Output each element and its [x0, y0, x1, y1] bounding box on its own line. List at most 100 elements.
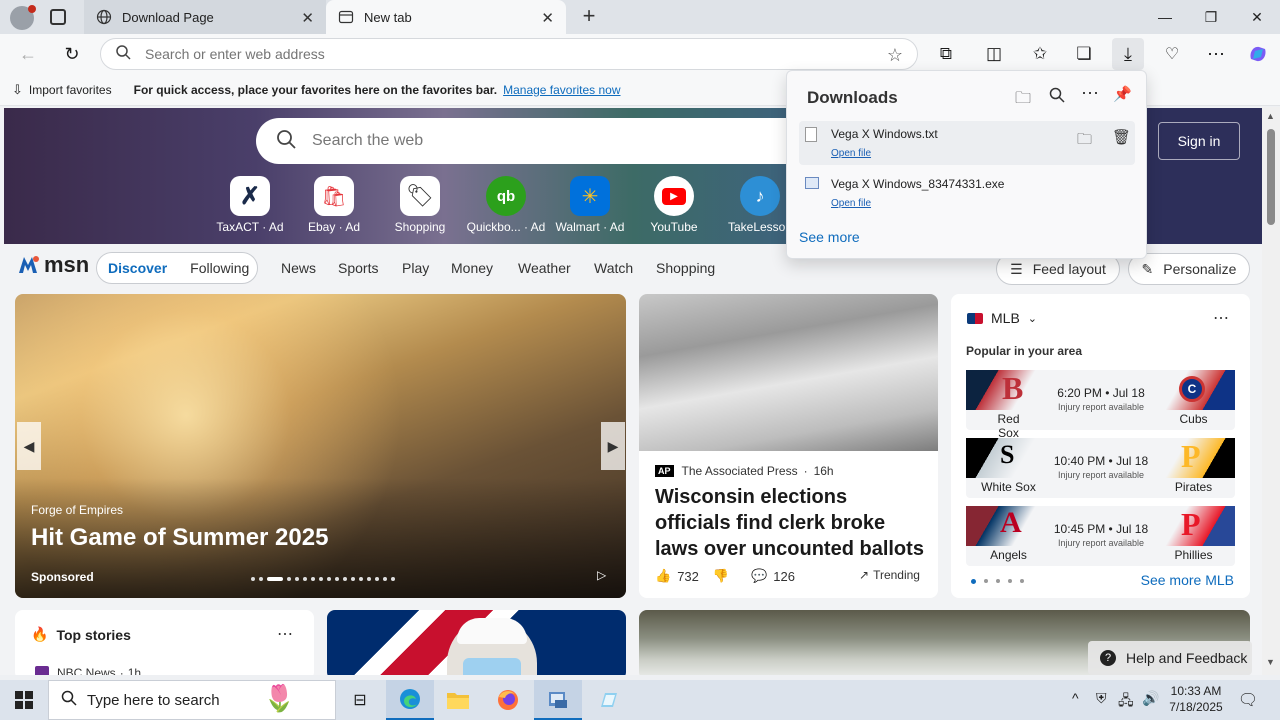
collections-icon[interactable]: ❏: [1068, 38, 1100, 70]
windows-start-icon[interactable]: [0, 680, 48, 720]
thumbs-down-icon[interactable]: 👎: [713, 568, 729, 584]
scroll-thumb[interactable]: [1267, 129, 1275, 225]
split-screen-icon[interactable]: ◫: [978, 38, 1010, 70]
tab-discover[interactable]: Discover: [108, 260, 167, 276]
carousel-card[interactable]: ◀ ▶ Forge of Empires Hit Game of Summer …: [15, 294, 626, 598]
refresh-icon[interactable]: ↻: [56, 38, 88, 70]
quicklink-shopping[interactable]: 🏷 Shopping: [380, 176, 460, 234]
scroll-up-icon[interactable]: ▲: [1266, 111, 1275, 121]
new-tab-button[interactable]: +: [576, 4, 602, 30]
open-folder-icon[interactable]: 🗀: [1015, 87, 1031, 114]
mlb-header[interactable]: MLB ⌄: [967, 310, 1037, 326]
tab-actions-icon[interactable]: [50, 9, 66, 25]
back-arrow-icon[interactable]: ←: [12, 38, 44, 70]
ad-tag: Ad: [609, 220, 625, 234]
more-options-icon[interactable]: ⋯: [1081, 83, 1099, 104]
carousel-headline[interactable]: Hit Game of Summer 2025: [31, 524, 328, 552]
page-scrollbar[interactable]: ▲ ▼: [1262, 107, 1280, 675]
trending-label: Trending: [873, 568, 920, 582]
address-input[interactable]: [145, 46, 845, 62]
more-options-icon[interactable]: ⋯: [277, 624, 293, 644]
tab-title: New tab: [364, 9, 412, 25]
game-row[interactable]: S P White Sox Pirates 10:40 PM • Jul 18 …: [966, 438, 1235, 498]
downloads-icon[interactable]: ⤓: [1112, 38, 1144, 70]
nav-shopping[interactable]: Shopping: [656, 260, 715, 276]
import-favorites-button[interactable]: ⇩ Import favorites: [12, 82, 112, 98]
sliders-icon: ☰: [1010, 260, 1023, 277]
close-window-button[interactable]: ✕: [1234, 0, 1280, 34]
sign-in-button[interactable]: Sign in: [1158, 122, 1240, 160]
web-search-box[interactable]: Search the web: [256, 118, 816, 164]
home-team: Red Sox: [997, 412, 1020, 440]
news-card[interactable]: AP The Associated Press · 16h Wisconsin …: [639, 294, 938, 598]
quicklink-quickbooks[interactable]: qb Quickbo... · Ad: [466, 176, 546, 234]
carousel-next-icon[interactable]: ▶: [601, 422, 625, 470]
close-tab-icon[interactable]: ✕: [301, 9, 314, 27]
search-downloads-icon[interactable]: [1049, 87, 1065, 108]
game-row[interactable]: B C Red Sox Cubs 6:20 PM • Jul 18 Injury…: [966, 370, 1235, 440]
minimize-button[interactable]: —: [1142, 0, 1188, 34]
firefox-icon[interactable]: [484, 680, 532, 720]
favorite-star-icon[interactable]: ☆: [887, 45, 903, 66]
see-more-link[interactable]: See more: [799, 229, 860, 245]
pin-icon[interactable]: 📌: [1113, 85, 1132, 103]
personalize-button[interactable]: ✎ Personalize: [1128, 253, 1250, 285]
volume-icon[interactable]: 🔊: [1142, 690, 1159, 707]
tab-download-page[interactable]: Download Page ✕: [84, 0, 326, 34]
see-more-mlb-link[interactable]: See more MLB: [1141, 572, 1234, 588]
scroll-down-icon[interactable]: ▼: [1266, 657, 1275, 667]
story-image-card[interactable]: [327, 610, 626, 675]
carousel-dots: [251, 577, 395, 581]
quicklink-walmart[interactable]: ✳ Walmart · Ad: [550, 176, 630, 234]
edge-taskbar-icon[interactable]: [386, 680, 434, 720]
taskbar-search[interactable]: Type here to search 🌷: [48, 680, 336, 720]
profile-avatar-icon[interactable]: [10, 5, 36, 30]
file-explorer-icon[interactable]: [434, 680, 482, 720]
nav-play[interactable]: Play: [402, 260, 429, 276]
carousel-prev-icon[interactable]: ◀: [17, 422, 41, 470]
close-tab-icon[interactable]: ✕: [541, 9, 554, 27]
open-file-link[interactable]: Open file: [831, 148, 871, 159]
download-item[interactable]: Vega X Windows.txt Open file 🗀 🗑: [799, 121, 1135, 165]
ad-choices-icon[interactable]: ▷: [597, 568, 606, 582]
network-icon[interactable]: 🖧: [1118, 690, 1134, 714]
security-icon[interactable]: ⛨: [1096, 690, 1107, 707]
task-view-icon[interactable]: ⊟: [336, 680, 384, 720]
manage-favorites-link[interactable]: Manage favorites now: [503, 83, 620, 97]
tab-following[interactable]: Following: [190, 260, 249, 276]
extensions-icon[interactable]: ⧉: [930, 38, 962, 70]
quicklink-ebay[interactable]: 🛍 Ebay · Ad: [294, 176, 374, 234]
msn-logo[interactable]: msn: [16, 252, 89, 278]
comment-icon[interactable]: 💬: [751, 568, 767, 584]
copilot-icon[interactable]: [1242, 38, 1274, 70]
clock[interactable]: 10:33 AM 7/18/2025: [1164, 683, 1228, 715]
browser-essentials-icon[interactable]: ♡: [1156, 38, 1188, 70]
tab-new-tab[interactable]: New tab ✕: [326, 0, 566, 34]
nav-watch[interactable]: Watch: [594, 260, 633, 276]
nav-sports[interactable]: Sports: [338, 260, 378, 276]
nav-money[interactable]: Money: [451, 260, 493, 276]
favorites-icon[interactable]: ✩: [1024, 38, 1056, 70]
nav-weather[interactable]: Weather: [518, 260, 571, 276]
restore-button[interactable]: ❐: [1188, 0, 1234, 34]
quicklink-taxact[interactable]: ✗ TaxACT · Ad: [210, 176, 290, 234]
game-row[interactable]: A P Angels Phillies 10:45 PM • Jul 18 In…: [966, 506, 1235, 566]
more-options-icon[interactable]: ⋯: [1213, 308, 1229, 328]
game-time: 10:45 PM • Jul 18: [1053, 522, 1149, 536]
more-options-icon[interactable]: ⋯: [1200, 38, 1232, 70]
show-in-folder-icon[interactable]: 🗀: [1077, 129, 1092, 154]
app-window-icon[interactable]: [534, 680, 582, 720]
quicklink-youtube[interactable]: ▶ YouTube: [634, 176, 714, 234]
chevron-down-icon: ⌄: [1027, 312, 1038, 325]
address-bar[interactable]: ☆: [100, 38, 918, 70]
notifications-icon[interactable]: 🗨: [1228, 680, 1268, 720]
show-hidden-icons-icon[interactable]: ^: [1072, 690, 1079, 706]
news-headline[interactable]: Wisconsin elections officials find clerk…: [655, 484, 925, 562]
download-item[interactable]: Vega X Windows_83474331.exe Open file: [799, 171, 1135, 215]
notepad-icon[interactable]: [584, 680, 632, 720]
delete-icon[interactable]: 🗑: [1112, 128, 1131, 146]
nav-news[interactable]: News: [281, 260, 316, 276]
open-file-link[interactable]: Open file: [831, 198, 871, 209]
help-feedback-button[interactable]: ? Help and Feedback: [1088, 641, 1252, 675]
thumbs-up-icon[interactable]: 👍: [655, 568, 671, 584]
